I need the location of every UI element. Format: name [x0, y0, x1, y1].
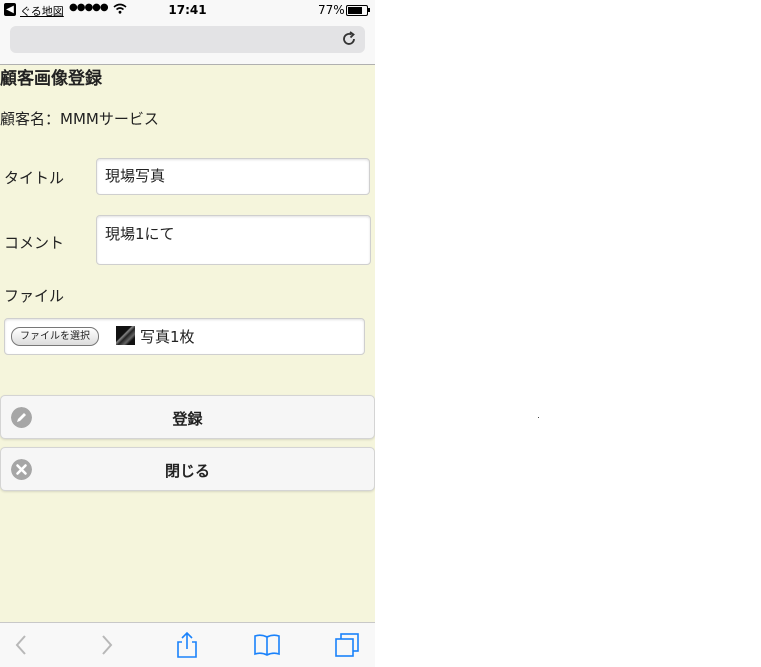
file-label: ファイル	[4, 287, 65, 305]
forward-arrow-icon[interactable]	[92, 631, 120, 659]
comment-textarea[interactable]: 現場1にて	[96, 215, 371, 265]
status-bar: ◀ ぐる地図 ●●●●● 17:41 77%	[0, 0, 375, 20]
close-button-label: 閉じる	[164, 462, 210, 480]
back-arrow-icon[interactable]	[8, 631, 36, 659]
customer-name: 顧客名：MMMサービス	[0, 110, 159, 128]
reload-icon[interactable]	[341, 31, 357, 47]
register-button[interactable]: 登録	[0, 395, 375, 439]
battery-icon	[346, 5, 368, 16]
comment-label: コメント	[4, 234, 65, 252]
tabs-icon[interactable]	[333, 631, 361, 659]
close-button[interactable]: 閉じる	[0, 447, 375, 491]
battery-fill	[348, 7, 362, 14]
battery-percent: 77%	[318, 3, 345, 17]
choose-file-button[interactable]: ファイルを選択	[11, 327, 99, 346]
selected-file-name: 写真1枚	[140, 328, 195, 346]
browser-toolbar	[0, 622, 375, 667]
title-input[interactable]: 現場写真	[96, 158, 370, 195]
browser-address-area	[0, 20, 375, 65]
photo-thumbnail	[116, 326, 135, 345]
battery-tip	[368, 8, 370, 12]
stray-dot	[538, 417, 539, 418]
share-icon[interactable]	[173, 631, 201, 659]
title-label: タイトル	[4, 169, 65, 187]
page-title: 顧客画像登録	[0, 69, 102, 89]
register-button-label: 登録	[172, 410, 203, 428]
address-bar[interactable]	[10, 26, 365, 53]
phone-screen: ◀ ぐる地図 ●●●●● 17:41 77% 顧客画像登録 顧客名：MMMサービ…	[0, 0, 375, 667]
bookmarks-icon[interactable]	[253, 631, 281, 659]
file-input[interactable]: ファイルを選択 写真1枚	[4, 318, 365, 355]
